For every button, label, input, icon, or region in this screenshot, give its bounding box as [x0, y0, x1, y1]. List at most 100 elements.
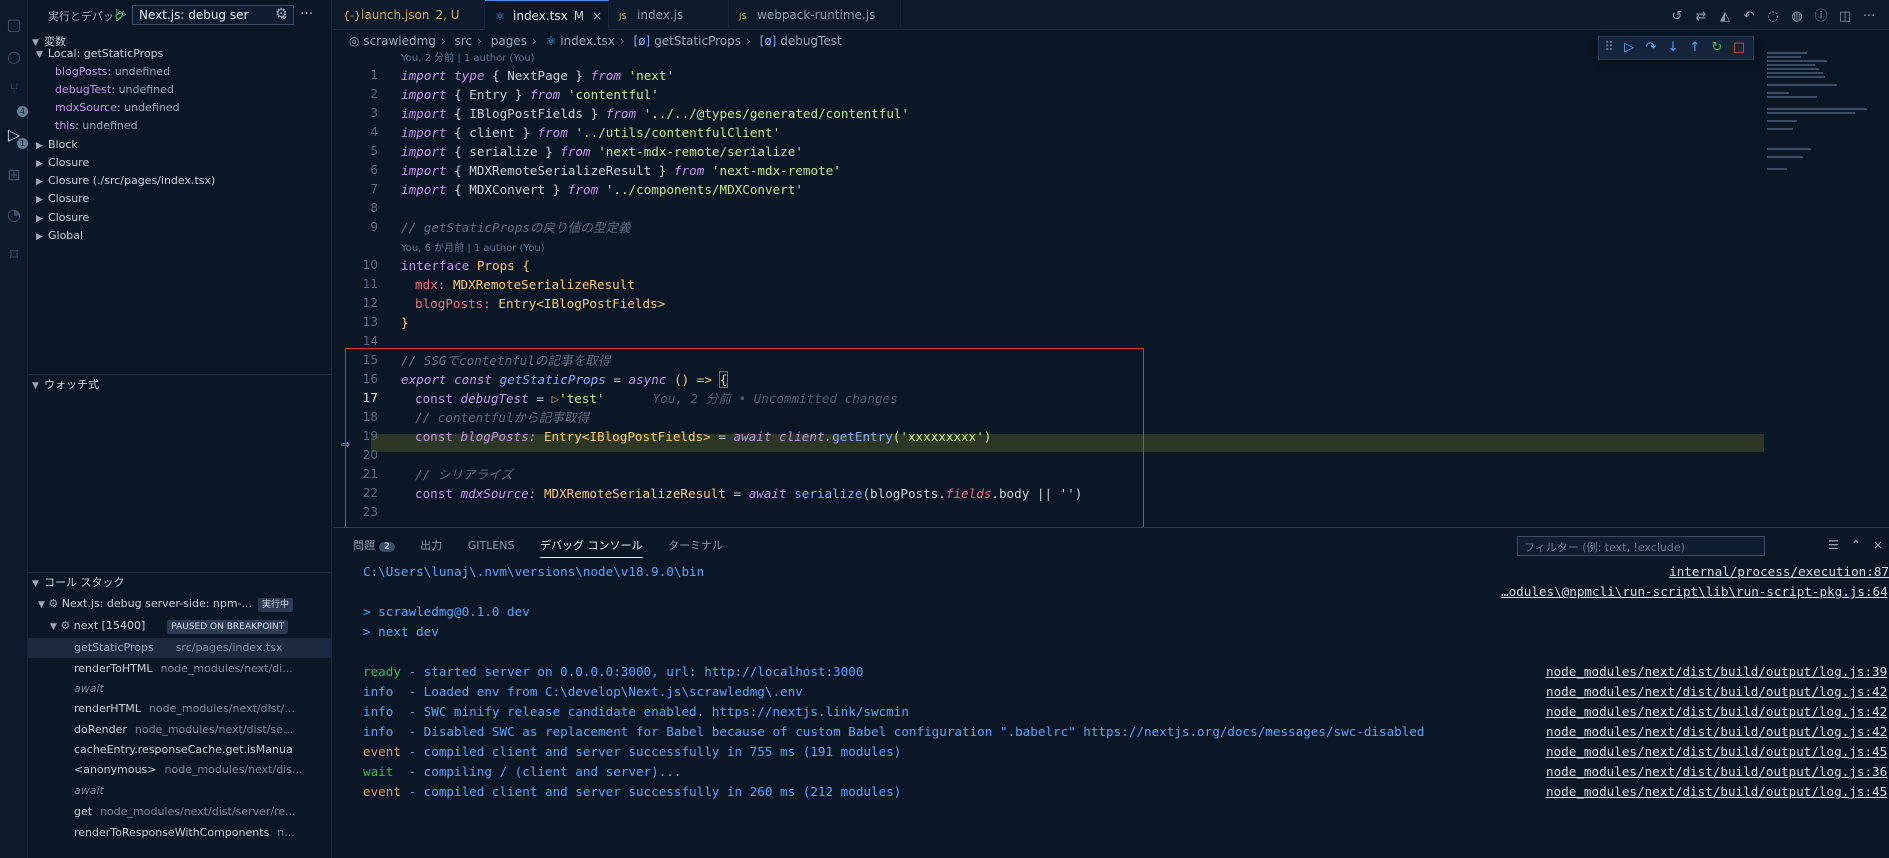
remote-icon[interactable]: ◔	[3, 204, 25, 226]
tab-terminal[interactable]: ターミナル	[668, 537, 723, 557]
gear-icon[interactable]: ⚙	[275, 6, 288, 22]
line-number: 16	[362, 372, 378, 386]
previous-change-icon[interactable]: ↶	[1737, 9, 1761, 24]
tab-problems[interactable]: 問題 2	[353, 537, 395, 557]
console-line: ready - started server on 0.0.0.0:3000, …	[363, 664, 864, 679]
code-line: import { serialize } from 'next-mdx-remo…	[401, 144, 803, 159]
codelens-blame[interactable]: You, 2 分前 | 1 author (You)	[401, 52, 535, 66]
line-number: 11	[362, 277, 378, 291]
scm-badge-holder: 4	[3, 92, 28, 117]
code-comment: // SSGでcontetnfulの記事を取得	[401, 353, 611, 368]
console-source-link[interactable]: node_modules/next/dist/build/output/log.…	[1546, 702, 1889, 722]
tab-output[interactable]: 出力	[420, 537, 442, 557]
console-source-link[interactable]: internal/process/execution:87	[1546, 562, 1889, 582]
history-icon[interactable]: ↺	[1665, 9, 1689, 24]
callstack-section-header[interactable]: ▼ コール スタック	[28, 572, 332, 592]
scm-badge: 4	[16, 106, 28, 117]
console-line: event - compiled client and server succe…	[363, 784, 902, 799]
launch-config-select[interactable]: Next.js: debug ser ⌄	[132, 5, 294, 25]
code-line: export const getStaticProps = async () =…	[401, 371, 729, 388]
console-filter-input[interactable]: フィルター (例: text, !exclude)	[1517, 536, 1765, 556]
tab-webpack-runtime[interactable]: JS webpack-runtime.js	[729, 0, 901, 30]
tab-launch-json[interactable]: {-}launch.json 2, U	[333, 0, 485, 30]
symbol-icon: [ø]	[633, 34, 651, 48]
code-editor[interactable]: ⇨ You, 2 分前 | 1 author (You) 1 import ty…	[333, 48, 1764, 527]
compare-icon[interactable]: ⇄	[1689, 9, 1713, 24]
breadcrumb-item[interactable]: pages	[491, 34, 527, 48]
frame-await-label: await	[74, 682, 104, 695]
codelens-blame[interactable]: You, 6 か月前 | 1 author (You)	[401, 242, 545, 256]
panel-tabs: 問題 2 出力 GITLENS デバッグ コンソール ターミナル	[353, 537, 745, 558]
console-source-link[interactable]: …odules\@npmcli\run-script\lib\run-scrip…	[1501, 582, 1889, 602]
console-source-link[interactable]: node_modules/next/dist/build/output/log.…	[1546, 742, 1889, 762]
info-icon[interactable]: ⓘ	[1809, 5, 1833, 24]
gitlens-icon[interactable]: ◭	[1713, 9, 1737, 24]
stack-frame-row[interactable]: getStaticProps src/pages/index.tsx	[28, 638, 332, 658]
stack-frame-row[interactable]: renderToResponseWithComponents n...	[28, 823, 332, 843]
tab-index-js[interactable]: JS index.js	[609, 0, 729, 30]
console-source-link[interactable]: node_modules/next/dist/build/output/log.…	[1546, 762, 1889, 782]
breadcrumb-item[interactable]: scrawledmg	[363, 34, 436, 48]
code-line: import { Entry } from 'contentful'	[401, 87, 659, 102]
bottom-panel: 問題 2 出力 GITLENS デバッグ コンソール ターミナル フィルター (例…	[333, 527, 1889, 858]
react-file-icon: ⚛	[495, 10, 505, 23]
clear-console-icon[interactable]: ☰	[1828, 538, 1839, 552]
tab-debug-console[interactable]: デバッグ コンソール	[540, 537, 643, 558]
next-change-icon[interactable]: ◌	[1761, 9, 1785, 24]
stack-frame-row[interactable]: doRender node_modules/next/dist/se...	[28, 720, 332, 740]
explorer-icon[interactable]: ▢	[3, 14, 25, 36]
code-line: interface Props {	[401, 258, 530, 273]
line-number: 20	[362, 448, 378, 462]
stack-frame-await: await	[28, 679, 332, 699]
run-debug-icon[interactable]: ▷ 1	[3, 124, 28, 149]
stack-frame-row[interactable]: renderToHTML node_modules/next/di...	[28, 659, 332, 679]
tab-gitlens[interactable]: GITLENS	[468, 539, 515, 556]
panel-actions: ☰ ⌃ ×	[1816, 538, 1883, 552]
watch-section-header[interactable]: ▼ ウォッチ式	[28, 374, 332, 394]
frame-function: renderToHTML	[74, 662, 153, 675]
close-icon[interactable]: ×	[1873, 538, 1883, 552]
extensions-icon[interactable]: ⊞	[3, 164, 25, 186]
line-number: 12	[362, 296, 378, 310]
stack-frame-row[interactable]: get node_modules/next/dist/server/re...	[28, 802, 332, 822]
console-source-link[interactable]: node_modules/next/dist/build/output/log.…	[1546, 682, 1889, 702]
scope-row[interactable]: ▶ Global	[28, 225, 332, 247]
line-number: 9	[370, 220, 378, 234]
tab-index-tsx[interactable]: ⚛ index.tsx M ×	[485, 0, 609, 30]
line-number: 3	[370, 106, 378, 120]
scope-label: Closure	[48, 211, 90, 224]
more-icon[interactable]: ···	[1857, 9, 1881, 24]
bookmark-icon[interactable]: ⌑	[3, 244, 25, 266]
line-number: 1	[370, 68, 378, 82]
maximize-panel-icon[interactable]: ⌃	[1851, 538, 1861, 552]
close-icon[interactable]: ×	[592, 9, 602, 23]
local-scope-label: Local: getStaticProps	[48, 47, 164, 60]
line-number: 15	[362, 353, 378, 367]
open-changes-icon[interactable]: ◍	[1785, 9, 1809, 24]
code-line: mdx: MDXRemoteSerializeResult	[415, 277, 635, 292]
console-source-link[interactable]: node_modules/next/dist/build/output/log.…	[1546, 782, 1889, 802]
frame-await-label: await	[74, 784, 104, 797]
inline-breakpoint-icon[interactable]: ▷	[552, 391, 560, 406]
breadcrumb-item[interactable]: debugTest	[780, 34, 841, 48]
stack-frame-row[interactable]: cacheEntry.responseCache.get.isManua	[28, 740, 332, 760]
stack-frame-row[interactable]: renderHTML node_modules/next/dist/...	[28, 699, 332, 719]
search-icon[interactable]: ○	[3, 46, 25, 68]
thread-row[interactable]: ▼ ⚙ next [15400] PAUSED ON BREAKPOINT	[28, 616, 332, 636]
breadcrumb-item[interactable]: index.tsx	[560, 34, 615, 48]
start-debug-play-icon[interactable]: ▷	[116, 6, 127, 22]
frame-path: node_modules/next/di...	[160, 662, 293, 675]
console-source-link[interactable]: node_modules/next/dist/build/output/log.…	[1546, 662, 1889, 682]
breadcrumb-item[interactable]: src	[455, 34, 473, 48]
split-editor-icon[interactable]: ◫	[1833, 9, 1857, 24]
console-source-link[interactable]: node_modules/next/dist/build/output/log.…	[1546, 722, 1889, 742]
callstack-header-label: コール スタック	[44, 576, 125, 589]
stack-frame-row[interactable]: <anonymous> node_modules/next/dis...	[28, 760, 332, 780]
more-icon[interactable]: ···	[300, 6, 313, 22]
code-comment: // contentfulから記事取得	[415, 410, 590, 425]
code-line-current: const debugTest = ▷'test' You, 2 分前 • Unc…	[415, 391, 898, 406]
minimap[interactable]	[1767, 48, 1887, 208]
console-line: info - Loaded env from C:\develop\Next.j…	[363, 684, 803, 699]
debug-session-row[interactable]: ▼ ⚙ Next.js: debug server-side: npm-... 実…	[28, 594, 332, 614]
breadcrumb-item[interactable]: getStaticProps	[654, 34, 741, 48]
